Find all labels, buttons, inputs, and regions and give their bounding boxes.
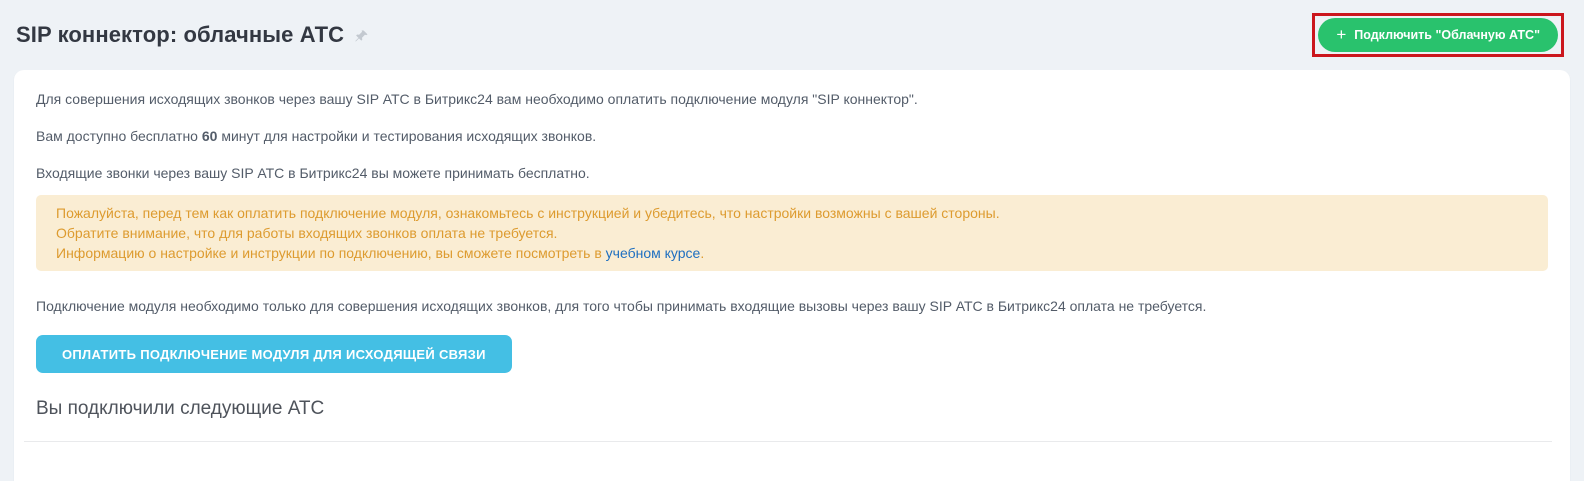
page-title: SIP коннектор: облачные АТС (16, 22, 345, 47)
free-minutes-suffix: минут для настройки и тестирования исход… (217, 128, 597, 144)
connected-pbx-heading: Вы подключили следующие АТС (36, 398, 325, 419)
title-wrap: SIP коннектор: облачные АТС (16, 22, 370, 48)
pin-icon[interactable] (353, 28, 370, 45)
pay-module-button[interactable]: ОПЛАТИТЬ ПОДКЛЮЧЕНИЕ МОДУЛЯ ДЛЯ ИСХОДЯЩЕ… (36, 335, 512, 373)
plus-icon: + (1336, 24, 1347, 44)
page-header: SIP коннектор: облачные АТС + Подключить… (0, 0, 1584, 70)
training-course-link[interactable]: учебном курсе (606, 245, 701, 261)
sip-connector-card: Для совершения исходящих звонков через в… (14, 70, 1570, 481)
notice-line-3-prefix: Информацию о настройке и инструкции по п… (56, 245, 606, 261)
paragraph-module-only-outgoing: Подключение модуля необходимо только для… (36, 298, 1207, 314)
notice-line-3-suffix: . (700, 245, 705, 261)
free-minutes-value: 60 (201, 128, 218, 144)
paragraph-pay-module: Для совершения исходящих звонков через в… (36, 91, 918, 107)
highlight-box: + Подключить "Облачную АТС" (1312, 13, 1564, 57)
notice-box: Пожалуйста, перед тем как оплатить подкл… (36, 195, 1548, 271)
connect-cloud-pbx-button[interactable]: + Подключить "Облачную АТС" (1318, 18, 1558, 52)
notice-line-1: Пожалуйста, перед тем как оплатить подкл… (56, 205, 1000, 221)
section-divider (24, 441, 1552, 442)
notice-line-3: Информацию о настройке и инструкции по п… (56, 243, 1528, 263)
notice-line-2: Обратите внимание, что для работы входящ… (56, 225, 558, 241)
connect-cloud-pbx-button-label: Подключить "Облачную АТС" (1354, 28, 1540, 42)
paragraph-incoming-free: Входящие звонки через вашу SIP АТС в Бит… (36, 165, 590, 181)
free-minutes-prefix: Вам доступно бесплатно (36, 128, 202, 144)
paragraph-free-minutes: Вам доступно бесплатно 60 минут для наст… (36, 127, 1548, 145)
